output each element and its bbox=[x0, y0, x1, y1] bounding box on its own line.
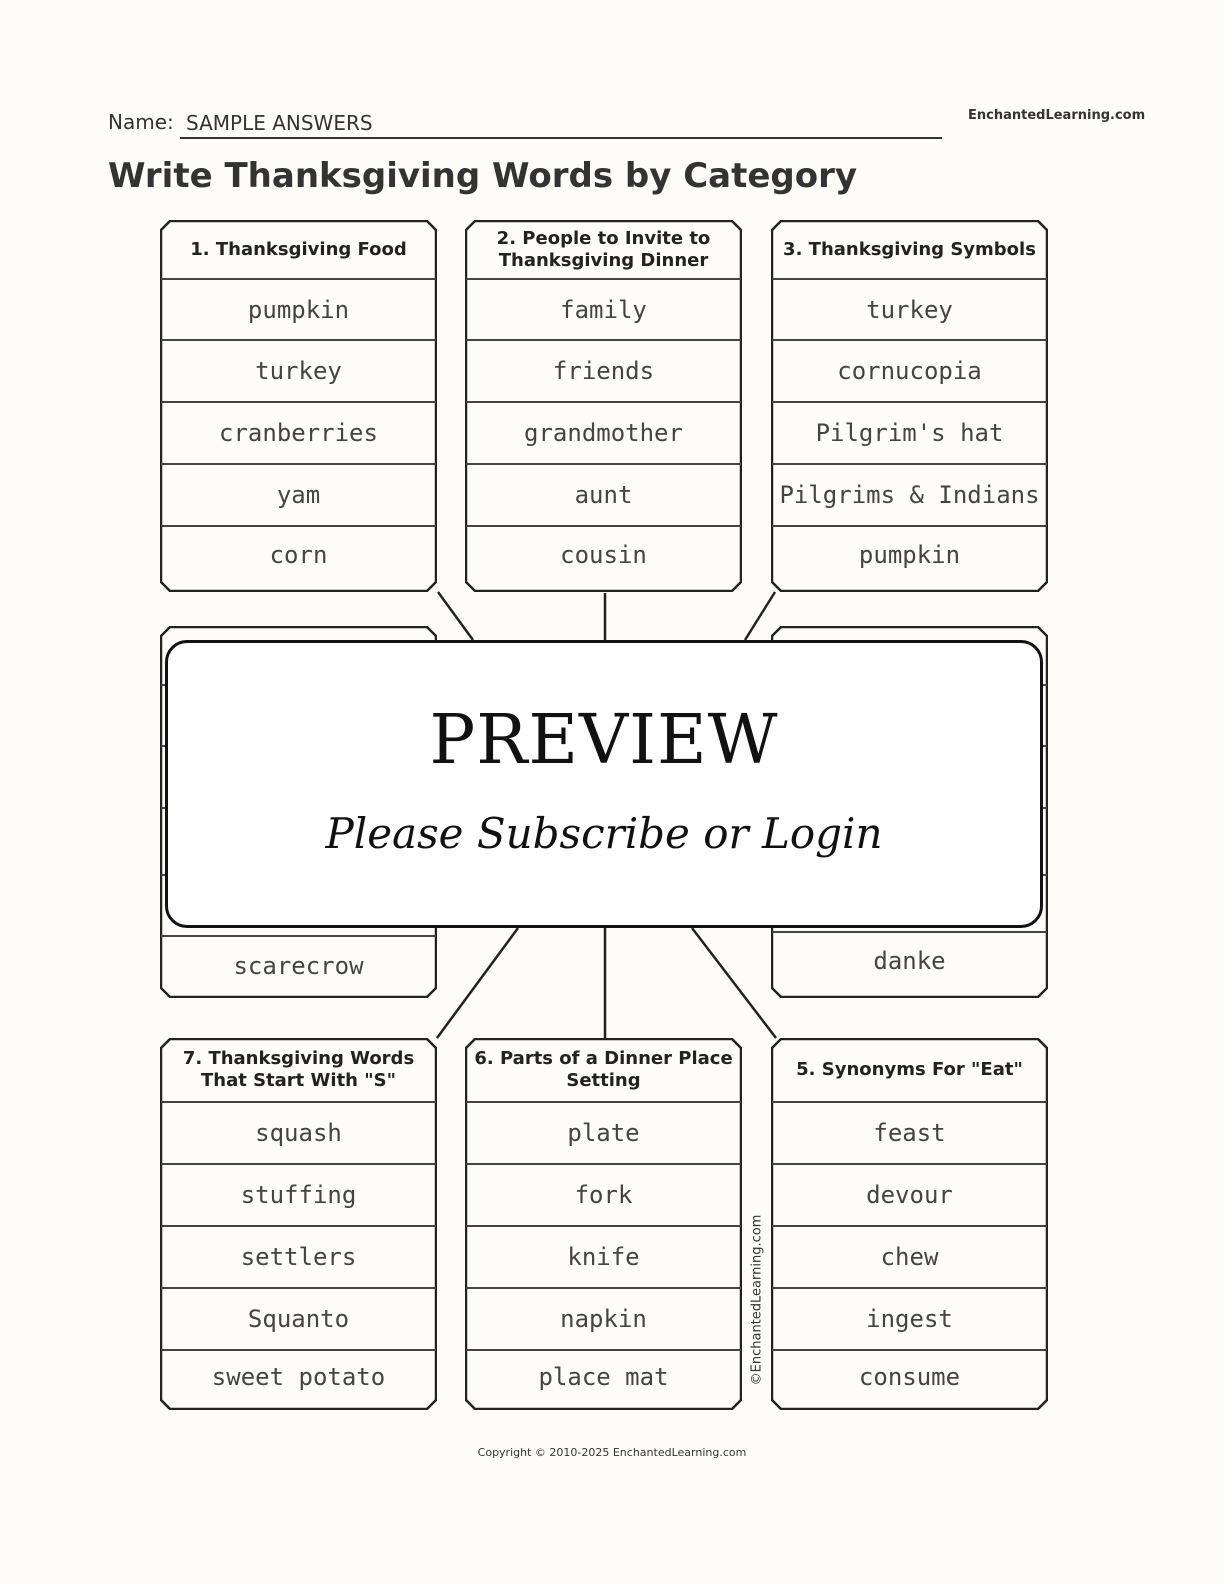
subscribe-login-prompt[interactable]: Please Subscribe or Login bbox=[168, 809, 1040, 858]
answer-cell[interactable]: ingest bbox=[771, 1288, 1048, 1350]
answer-cell[interactable]: Pilgrim's hat bbox=[771, 402, 1048, 464]
answer-cell[interactable]: cousin bbox=[465, 524, 742, 586]
answer-cell[interactable]: settlers bbox=[160, 1226, 437, 1288]
answer-cell[interactable]: knife bbox=[465, 1226, 742, 1288]
answer-cell[interactable]: cornucopia bbox=[771, 340, 1048, 402]
box-title: 6. Parts of a Dinner Place Setting bbox=[474, 1047, 733, 1092]
connector-7 bbox=[435, 927, 520, 1039]
answer-cell[interactable]: Squanto bbox=[160, 1288, 437, 1350]
answer-cell[interactable]: scarecrow bbox=[160, 936, 437, 996]
answer-cell[interactable]: cranberries bbox=[160, 402, 437, 464]
answer-cell[interactable]: fork bbox=[465, 1164, 742, 1226]
answer-cell[interactable]: friends bbox=[465, 340, 742, 402]
category-box-6: 6. Parts of a Dinner Place Setting plate… bbox=[465, 1038, 742, 1410]
answer-cell[interactable]: corn bbox=[160, 524, 437, 586]
answer-cell[interactable]: pumpkin bbox=[160, 279, 437, 341]
answer-cell[interactable]: chew bbox=[771, 1226, 1048, 1288]
answer-cell[interactable]: turkey bbox=[160, 340, 437, 402]
answer-cell[interactable]: plate bbox=[465, 1102, 742, 1164]
category-box-3: 3. Thanksgiving Symbols turkey cornucopi… bbox=[771, 220, 1048, 592]
name-field[interactable]: SAMPLE ANSWERS bbox=[186, 111, 373, 135]
category-box-7: 7. Thanksgiving Words That Start With "S… bbox=[160, 1038, 437, 1410]
answer-cell[interactable]: turkey bbox=[771, 279, 1048, 341]
category-box-1: 1. Thanksgiving Food pumpkin turkey cran… bbox=[160, 220, 437, 592]
box-title: 5. Synonyms For "Eat" bbox=[796, 1058, 1023, 1080]
preview-overlay[interactable]: PREVIEW Please Subscribe or Login bbox=[165, 640, 1043, 928]
answer-cell[interactable]: Pilgrims & Indians bbox=[771, 464, 1048, 526]
box-title: 3. Thanksgiving Symbols bbox=[783, 238, 1036, 260]
box-title: 2. People to Invite to Thanksgiving Dinn… bbox=[496, 227, 711, 272]
answer-cell[interactable]: family bbox=[465, 279, 742, 341]
box-title: 1. Thanksgiving Food bbox=[190, 238, 407, 260]
answer-cell[interactable]: grandmother bbox=[465, 402, 742, 464]
answer-cell[interactable]: pumpkin bbox=[771, 524, 1048, 586]
answer-cell[interactable]: sweet potato bbox=[160, 1346, 437, 1408]
connector-1 bbox=[436, 591, 475, 641]
site-logo[interactable]: EnchantedLearning.com bbox=[968, 108, 1145, 123]
answer-cell[interactable]: squash bbox=[160, 1102, 437, 1164]
answer-cell[interactable]: consume bbox=[771, 1346, 1048, 1408]
answer-cell[interactable]: danke bbox=[771, 930, 1048, 992]
answer-cell[interactable]: devour bbox=[771, 1164, 1048, 1226]
preview-title: PREVIEW bbox=[429, 701, 779, 780]
page-title: Write Thanksgiving Words by Category bbox=[108, 156, 858, 196]
answer-cell[interactable]: feast bbox=[771, 1102, 1048, 1164]
answer-cell[interactable]: yam bbox=[160, 464, 437, 526]
answer-cell[interactable]: stuffing bbox=[160, 1164, 437, 1226]
vertical-credit: ©EnchantedLearning.com bbox=[749, 1214, 765, 1386]
box-title: 7. Thanksgiving Words That Start With "S… bbox=[182, 1047, 415, 1092]
answer-cell[interactable]: place mat bbox=[465, 1346, 742, 1408]
category-box-5: 5. Synonyms For "Eat" feast devour chew … bbox=[771, 1038, 1048, 1410]
name-underline bbox=[180, 137, 942, 139]
answer-cell[interactable]: napkin bbox=[465, 1288, 742, 1350]
answer-cell[interactable]: aunt bbox=[465, 464, 742, 526]
name-label: Name: bbox=[108, 110, 174, 134]
copyright-footer: Copyright © 2010-2025 EnchantedLearning.… bbox=[477, 1446, 747, 1459]
category-box-2: 2. People to Invite to Thanksgiving Dinn… bbox=[465, 220, 742, 592]
connector-5 bbox=[691, 927, 777, 1039]
